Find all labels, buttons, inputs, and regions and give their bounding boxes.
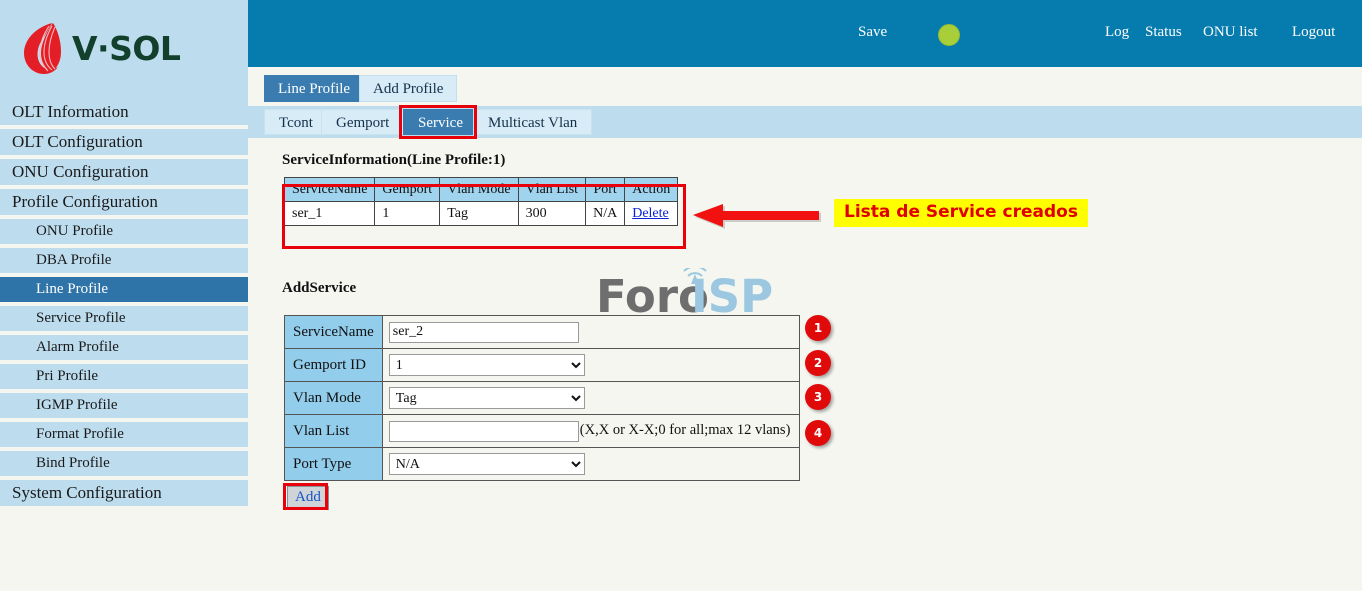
form-row-service-name: ServiceName bbox=[285, 316, 800, 349]
form-row-gemport-id: Gemport ID 1 bbox=[285, 349, 800, 382]
sidebar-item-label: ONU Configuration bbox=[12, 162, 148, 181]
annotation-badge-2: 2 bbox=[805, 350, 831, 376]
primary-tab-bar: Line Profile Add Profile bbox=[248, 75, 1362, 105]
brand-logo[interactable]: V·SOL bbox=[22, 20, 180, 76]
sidebar-nav: OLT Information OLT Configuration ONU Conf… bbox=[0, 99, 248, 591]
sidebar-item-label: System Configuration bbox=[12, 483, 162, 502]
sidebar-item-alarm-profile[interactable]: Alarm Profile bbox=[0, 335, 248, 360]
col-action: Action bbox=[625, 178, 678, 202]
service-information-table: ServiceName Gemport Vlan Mode Vlan List … bbox=[284, 177, 678, 226]
sidebar-item-label: ONU Profile bbox=[36, 223, 113, 239]
sidebar-item-olt-configuration[interactable]: OLT Configuration bbox=[0, 129, 248, 155]
cell-port: N/A bbox=[586, 202, 625, 226]
sidebar-item-label: Format Profile bbox=[36, 426, 124, 442]
cell-vlan-list: 300 bbox=[518, 202, 586, 226]
sidebar-item-igmp-profile[interactable]: IGMP Profile bbox=[0, 393, 248, 418]
add-service-title: AddService bbox=[282, 280, 356, 297]
brand-name: V·SOL bbox=[72, 32, 180, 65]
col-vlan-mode: Vlan Mode bbox=[440, 178, 518, 202]
port-type-select[interactable]: N/A bbox=[389, 453, 585, 475]
annotation-badge-4: 4 bbox=[805, 420, 831, 446]
service-information-title: ServiceInformation(Line Profile:1) bbox=[282, 152, 505, 169]
gemport-id-select[interactable]: 1 bbox=[389, 354, 585, 376]
cell-vlan-mode: Tag bbox=[440, 202, 518, 226]
save-button[interactable]: Save bbox=[858, 24, 887, 41]
status-indicator-icon bbox=[938, 24, 960, 46]
cell-gemport: 1 bbox=[375, 202, 440, 226]
sidebar-item-label: DBA Profile bbox=[36, 252, 111, 268]
sidebar-item-service-profile[interactable]: Service Profile bbox=[0, 306, 248, 331]
sidebar-item-label: Bind Profile bbox=[36, 455, 110, 471]
log-link[interactable]: Log bbox=[1105, 24, 1129, 41]
tab-add-profile[interactable]: Add Profile bbox=[359, 75, 457, 102]
tab-line-profile[interactable]: Line Profile bbox=[264, 75, 364, 102]
service-name-input[interactable] bbox=[389, 322, 579, 343]
form-row-vlan-mode: Vlan Mode Tag bbox=[285, 382, 800, 415]
add-service-form: ServiceName Gemport ID 1 Vlan Mode Tag V… bbox=[284, 315, 800, 481]
sidebar-item-label: OLT Information bbox=[12, 102, 129, 121]
sidebar-item-olt-information[interactable]: OLT Information bbox=[0, 99, 248, 125]
status-link[interactable]: Status bbox=[1145, 24, 1182, 41]
delete-link[interactable]: Delete bbox=[632, 206, 669, 221]
tab-service[interactable]: Service bbox=[403, 109, 478, 135]
left-arrow-icon bbox=[693, 203, 823, 231]
add-button[interactable]: Add bbox=[287, 486, 329, 510]
sidebar-item-label: Service Profile bbox=[36, 310, 126, 326]
sidebar-item-label: Pri Profile bbox=[36, 368, 98, 384]
vlan-list-hint: (X,X or X-X;0 for all;max 12 vlans) bbox=[580, 422, 791, 438]
table-header-row: ServiceName Gemport Vlan Mode Vlan List … bbox=[285, 178, 678, 202]
sidebar-item-label: Profile Configuration bbox=[12, 192, 158, 211]
sidebar-item-label: Line Profile bbox=[36, 281, 108, 297]
sidebar-item-onu-configuration[interactable]: ONU Configuration bbox=[0, 159, 248, 185]
table-row: ser_1 1 Tag 300 N/A Delete bbox=[285, 202, 678, 226]
top-header-bar: Save Log Status ONU list Logout bbox=[248, 0, 1362, 67]
annotation-badge-1: 1 bbox=[805, 315, 831, 341]
cell-service-name: ser_1 bbox=[285, 202, 375, 226]
label-vlan-list: Vlan List bbox=[285, 415, 383, 448]
vsol-flame-icon bbox=[22, 20, 64, 76]
label-port-type: Port Type bbox=[285, 448, 383, 481]
onu-list-link[interactable]: ONU list bbox=[1203, 24, 1258, 41]
sidebar-item-pri-profile[interactable]: Pri Profile bbox=[0, 364, 248, 389]
vlan-mode-select[interactable]: Tag bbox=[389, 387, 585, 409]
col-service-name: ServiceName bbox=[285, 178, 375, 202]
col-port: Port bbox=[586, 178, 625, 202]
tab-gemport[interactable]: Gemport bbox=[321, 109, 404, 135]
sidebar-item-bind-profile[interactable]: Bind Profile bbox=[0, 451, 248, 476]
col-vlan-list: Vlan List bbox=[518, 178, 586, 202]
label-vlan-mode: Vlan Mode bbox=[285, 382, 383, 415]
tab-tcont[interactable]: Tcont bbox=[264, 109, 328, 135]
form-row-port-type: Port Type N/A bbox=[285, 448, 800, 481]
sidebar-item-line-profile[interactable]: Line Profile bbox=[0, 277, 248, 302]
col-gemport: Gemport bbox=[375, 178, 440, 202]
logout-button[interactable]: Logout bbox=[1292, 24, 1335, 41]
form-row-vlan-list: Vlan List (X,X or X-X;0 for all;max 12 v… bbox=[285, 415, 800, 448]
sidebar-item-label: IGMP Profile bbox=[36, 397, 118, 413]
annotation-label-service-list: Lista de Service creados bbox=[834, 199, 1088, 227]
sidebar-item-label: OLT Configuration bbox=[12, 132, 143, 151]
annotation-badge-3: 3 bbox=[805, 384, 831, 410]
sidebar-item-profile-configuration[interactable]: Profile Configuration bbox=[0, 189, 248, 215]
sidebar-item-label: Alarm Profile bbox=[36, 339, 119, 355]
brand-panel: V·SOL bbox=[0, 0, 248, 99]
sidebar-item-system-configuration[interactable]: System Configuration bbox=[0, 480, 248, 506]
tab-multicast-vlan[interactable]: Multicast Vlan bbox=[473, 109, 592, 135]
vlan-list-input[interactable] bbox=[389, 421, 579, 442]
sidebar-item-dba-profile[interactable]: DBA Profile bbox=[0, 248, 248, 273]
label-service-name: ServiceName bbox=[285, 316, 383, 349]
sidebar-item-format-profile[interactable]: Format Profile bbox=[0, 422, 248, 447]
sidebar-item-onu-profile[interactable]: ONU Profile bbox=[0, 219, 248, 244]
label-gemport-id: Gemport ID bbox=[285, 349, 383, 382]
